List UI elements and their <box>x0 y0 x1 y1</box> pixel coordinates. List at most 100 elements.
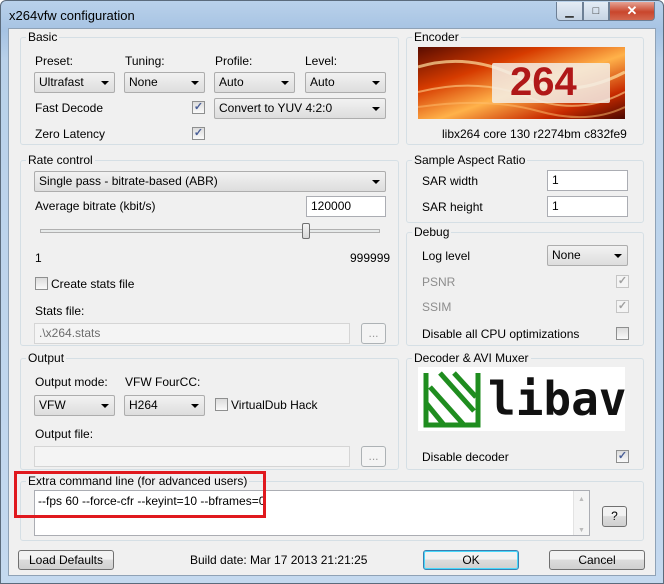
checkmark-icon: ✓ <box>617 450 628 462</box>
level-value: Auto <box>310 75 335 89</box>
tuning-label: Tuning: <box>125 54 165 68</box>
fourcc-label: VFW FourCC: <box>125 375 201 389</box>
stats-file-value: .\x264.stats <box>39 326 101 340</box>
disable-cpu-checkbox[interactable] <box>616 327 629 340</box>
chevron-down-icon <box>372 81 380 85</box>
log-level-dropdown[interactable]: None <box>547 245 628 266</box>
title-bar[interactable]: x264vfw configuration ▁ □ ✕ <box>1 1 663 29</box>
browse-label: ... <box>368 326 379 340</box>
help-button[interactable]: ? <box>602 506 627 527</box>
slider-min-label: 1 <box>35 251 42 265</box>
checkmark-icon: ✓ <box>193 101 204 113</box>
rate-control-mode-value: Single pass - bitrate-based (ABR) <box>39 174 218 188</box>
create-stats-checkbox[interactable] <box>35 277 48 290</box>
bitrate-input[interactable]: 120000 <box>306 196 386 217</box>
sar-width-label: SAR width <box>422 174 479 188</box>
help-label: ? <box>611 509 618 523</box>
x264-logo-text: 264 <box>510 60 577 104</box>
stats-file-browse-button[interactable]: ... <box>361 323 386 344</box>
maximize-button[interactable]: □ <box>583 2 609 21</box>
highlight-box <box>14 471 266 518</box>
fast-decode-label: Fast Decode <box>35 101 104 115</box>
output-file-label: Output file: <box>35 427 94 441</box>
cancel-button[interactable]: Cancel <box>549 550 645 570</box>
checkmark-icon: ✓ <box>617 275 628 287</box>
x264-logo: 264 <box>418 47 625 119</box>
preset-dropdown[interactable]: Ultrafast <box>34 72 115 93</box>
psnr-checkbox[interactable]: ✓ <box>616 275 629 288</box>
profile-value: Auto <box>219 75 244 89</box>
vdub-hack-label: VirtualDub Hack <box>231 398 318 412</box>
basic-group-label: Basic <box>26 30 60 44</box>
bitrate-label: Average bitrate (kbit/s) <box>35 199 156 213</box>
sar-height-value: 1 <box>552 199 559 213</box>
fourcc-value: H264 <box>129 398 158 412</box>
disable-cpu-label: Disable all CPU optimizations <box>422 327 580 341</box>
bitrate-value: 120000 <box>311 199 352 213</box>
create-stats-label: Create stats file <box>51 277 135 291</box>
chevron-down-icon <box>101 404 109 408</box>
decoder-group-label: Decoder & AVI Muxer <box>412 351 531 365</box>
build-date: Build date: Mar 17 2013 21:21:25 <box>190 553 368 567</box>
fourcc-dropdown[interactable]: H264 <box>124 395 205 416</box>
level-label: Level: <box>305 54 338 68</box>
chevron-down-icon <box>191 404 199 408</box>
vdub-hack-checkbox[interactable] <box>215 398 228 411</box>
output-file-browse-button[interactable]: ... <box>361 446 386 467</box>
disable-decoder-checkbox[interactable]: ✓ <box>616 450 629 463</box>
tuning-dropdown[interactable]: None <box>124 72 205 93</box>
bitrate-slider-track[interactable] <box>40 229 380 233</box>
output-mode-dropdown[interactable]: VFW <box>34 395 115 416</box>
ok-button[interactable]: OK <box>423 550 519 570</box>
chevron-down-icon <box>191 81 199 85</box>
browse-label: ... <box>368 449 379 463</box>
close-icon: ✕ <box>626 3 638 18</box>
sar-width-value: 1 <box>552 173 559 187</box>
close-button[interactable]: ✕ <box>609 2 655 21</box>
libav-logo-text: libav <box>488 372 625 426</box>
encoder-version: libx264 core 130 r2274bm c832fe9 <box>442 127 627 141</box>
disable-decoder-label: Disable decoder <box>422 450 509 464</box>
output-mode-value: VFW <box>39 398 66 412</box>
checkmark-icon: ✓ <box>617 300 628 312</box>
load-defaults-label: Load Defaults <box>28 553 104 567</box>
output-file-input[interactable] <box>34 446 350 467</box>
psnr-label: PSNR <box>422 275 456 289</box>
scroll-up-icon: ▲ <box>578 496 585 503</box>
ok-label: OK <box>462 553 480 567</box>
textarea-scrollbar[interactable]: ▲ ▼ <box>573 491 589 535</box>
checkmark-icon: ✓ <box>193 127 204 139</box>
minimize-button[interactable]: ▁ <box>556 2 583 21</box>
sar-width-input[interactable]: 1 <box>547 170 628 191</box>
output-group-label: Output <box>26 351 67 365</box>
cancel-label: Cancel <box>578 553 616 567</box>
stats-file-label: Stats file: <box>35 304 85 318</box>
ssim-checkbox[interactable]: ✓ <box>616 300 629 313</box>
rate-control-mode-dropdown[interactable]: Single pass - bitrate-based (ABR) <box>34 171 386 192</box>
colorspace-dropdown[interactable]: Convert to YUV 4:2:0 <box>214 98 386 119</box>
level-dropdown[interactable]: Auto <box>305 72 386 93</box>
libav-logo: libav <box>418 367 625 431</box>
chevron-down-icon <box>372 107 380 111</box>
scroll-down-icon: ▼ <box>578 527 585 534</box>
stats-file-input[interactable]: .\x264.stats <box>34 323 350 344</box>
chevron-down-icon <box>101 81 109 85</box>
sar-height-input[interactable]: 1 <box>547 196 628 217</box>
zero-latency-label: Zero Latency <box>35 127 106 141</box>
colorspace-value: Convert to YUV 4:2:0 <box>219 101 333 115</box>
fast-decode-checkbox[interactable]: ✓ <box>192 101 205 114</box>
sar-group-label: Sample Aspect Ratio <box>412 153 528 167</box>
window-title: x264vfw configuration <box>9 8 135 23</box>
load-defaults-button[interactable]: Load Defaults <box>18 550 114 570</box>
bitrate-slider-thumb[interactable] <box>301 223 310 239</box>
chevron-down-icon <box>614 254 622 258</box>
chevron-down-icon <box>372 180 380 184</box>
preset-value: Ultrafast <box>39 75 84 89</box>
debug-group-label: Debug <box>412 225 452 239</box>
zero-latency-checkbox[interactable]: ✓ <box>192 127 205 140</box>
profile-dropdown[interactable]: Auto <box>214 72 295 93</box>
log-level-value: None <box>552 248 581 262</box>
profile-label: Profile: <box>215 54 253 68</box>
sar-height-label: SAR height <box>422 200 483 214</box>
tuning-value: None <box>129 75 158 89</box>
